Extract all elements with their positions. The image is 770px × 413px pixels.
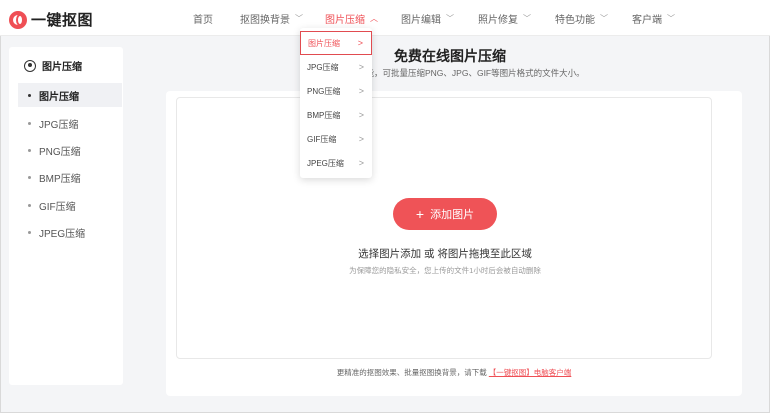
page-description: 功能，可批量压缩PNG、JPG、GIF等图片格式的文件大小。: [357, 68, 585, 78]
upload-dropzone[interactable]: + 添加图片 选择图片添加 或 将图片拖拽至此区域 为保障您的隐私安全，您上传的…: [176, 97, 712, 359]
bullet-icon: [28, 93, 31, 97]
sidebar-item-gif[interactable]: GIF压缩: [18, 193, 122, 217]
compress-icon: [24, 59, 36, 72]
brand-logo[interactable]: 一键抠图: [9, 9, 93, 30]
privacy-note: 为保障您的隐私安全，您上传的文件1小时后会被自动删除: [349, 266, 541, 275]
chevron-down-icon: ﹀: [446, 14, 454, 23]
chevron-down-icon: ﹀: [295, 14, 303, 23]
sidebar-item-label: PNG压缩: [39, 146, 81, 158]
bullet-icon: [28, 175, 31, 179]
dropdown-item-jpg[interactable]: JPG压缩 >: [300, 55, 372, 79]
bullet-icon: [28, 230, 31, 234]
plus-icon: +: [415, 206, 425, 222]
sidebar-item-jpg[interactable]: JPG压缩: [18, 111, 122, 135]
dropdown-item-jpeg[interactable]: JPEG压缩 >: [300, 151, 372, 175]
nav-label: 首页: [193, 15, 213, 26]
dropdown-item-png[interactable]: PNG压缩 >: [300, 79, 372, 103]
add-image-label: 添加图片: [430, 209, 475, 221]
nav-item-client[interactable]: 客户端 ﹀: [632, 11, 675, 26]
sidebar-item-png[interactable]: PNG压缩: [18, 138, 122, 162]
nav-item-photo-repair[interactable]: 照片修复 ﹀: [478, 11, 531, 26]
nav-item-image-compress[interactable]: 图片压缩 ︿: [325, 11, 378, 26]
sidebar-heading-label: 图片压缩: [42, 62, 82, 73]
upload-hint: 选择图片添加 或 将图片拖拽至此区域: [358, 248, 532, 260]
sidebar-item-label: BMP压缩: [39, 173, 81, 185]
dropdown-item-label: 图片压缩: [308, 38, 340, 48]
sidebar-heading: 图片压缩: [24, 58, 82, 73]
logo-icon: [9, 10, 27, 29]
sidebar-item-label: GIF压缩: [39, 201, 76, 213]
dropdown-item-label: GIF压缩: [307, 134, 337, 144]
main-content: 免费在线图片压缩 功能，可批量压缩PNG、JPG、GIF等图片格式的文件大小。 …: [134, 36, 770, 413]
add-image-button[interactable]: + 添加图片: [393, 198, 497, 230]
nav-item-home[interactable]: 首页: [193, 11, 213, 26]
chevron-right-icon: >: [358, 86, 364, 96]
chevron-right-icon: >: [357, 38, 363, 48]
dropdown-item-label: JPG压缩: [307, 62, 339, 72]
dropdown-item-label: BMP压缩: [307, 110, 341, 120]
bullet-icon: [28, 203, 31, 207]
dropdown-item-label: PNG压缩: [307, 86, 341, 96]
sidebar-item-label: 图片压缩: [39, 91, 79, 103]
nav-label: 抠图换背景: [240, 15, 290, 26]
chevron-down-icon: ﹀: [523, 14, 531, 23]
chevron-right-icon: >: [358, 110, 364, 120]
chevron-down-icon: ﹀: [600, 14, 608, 23]
chevron-up-icon: ︿: [370, 14, 378, 23]
dropdown-item-label: JPEG压缩: [307, 158, 344, 168]
dropdown-item-gif[interactable]: GIF压缩 >: [300, 127, 372, 151]
client-download-link[interactable]: 【一键抠图】电脑客户端: [489, 368, 572, 377]
upload-card: + 添加图片 选择图片添加 或 将图片拖拽至此区域 为保障您的隐私安全，您上传的…: [166, 91, 742, 396]
top-navbar: 一键抠图 首页 抠图换背景 ﹀ 图片压缩 ︿ 图片编辑 ﹀ 照片修复 ﹀ 特色功…: [0, 0, 770, 36]
footer-note: 更精准的抠图效果、批量抠图换背景，请下载 【一键抠图】电脑客户端: [166, 367, 742, 378]
nav-label: 图片压缩: [325, 15, 365, 26]
footer-text: 更精准的抠图效果、批量抠图换背景，请下载: [336, 368, 487, 377]
compress-dropdown-menu: 图片压缩 > JPG压缩 > PNG压缩 > BMP压缩 > GIF压缩 > J…: [300, 28, 372, 178]
chevron-right-icon: >: [358, 62, 364, 72]
nav-label: 客户端: [632, 15, 662, 26]
sidebar-item-bmp[interactable]: BMP压缩: [18, 165, 122, 189]
sidebar: 图片压缩 图片压缩 JPG压缩 PNG压缩 BMP压缩 GIF压缩 JPEG压缩: [9, 47, 123, 385]
sidebar-item-image-compress[interactable]: 图片压缩: [18, 83, 122, 107]
bullet-icon: [28, 148, 31, 152]
chevron-down-icon: ﹀: [667, 14, 675, 23]
dropdown-item-bmp[interactable]: BMP压缩 >: [300, 103, 372, 127]
chevron-right-icon: >: [358, 158, 364, 168]
page-title: 免费在线图片压缩: [394, 48, 506, 64]
chevron-right-icon: >: [358, 134, 364, 144]
brand-name: 一键抠图: [31, 12, 94, 29]
nav-item-special-features[interactable]: 特色功能 ﹀: [555, 11, 608, 26]
nav-item-image-edit[interactable]: 图片编辑 ﹀: [401, 11, 454, 26]
sidebar-item-label: JPG压缩: [39, 119, 79, 131]
nav-label: 特色功能: [555, 15, 595, 26]
nav-label: 照片修复: [478, 15, 518, 26]
dropdown-item-image-compress[interactable]: 图片压缩 >: [300, 31, 372, 55]
bullet-icon: [28, 121, 31, 125]
sidebar-item-label: JPEG压缩: [39, 228, 86, 240]
nav-item-cutout-background[interactable]: 抠图换背景 ﹀: [240, 11, 303, 26]
sidebar-item-jpeg[interactable]: JPEG压缩: [18, 220, 122, 244]
nav-label: 图片编辑: [401, 15, 441, 26]
